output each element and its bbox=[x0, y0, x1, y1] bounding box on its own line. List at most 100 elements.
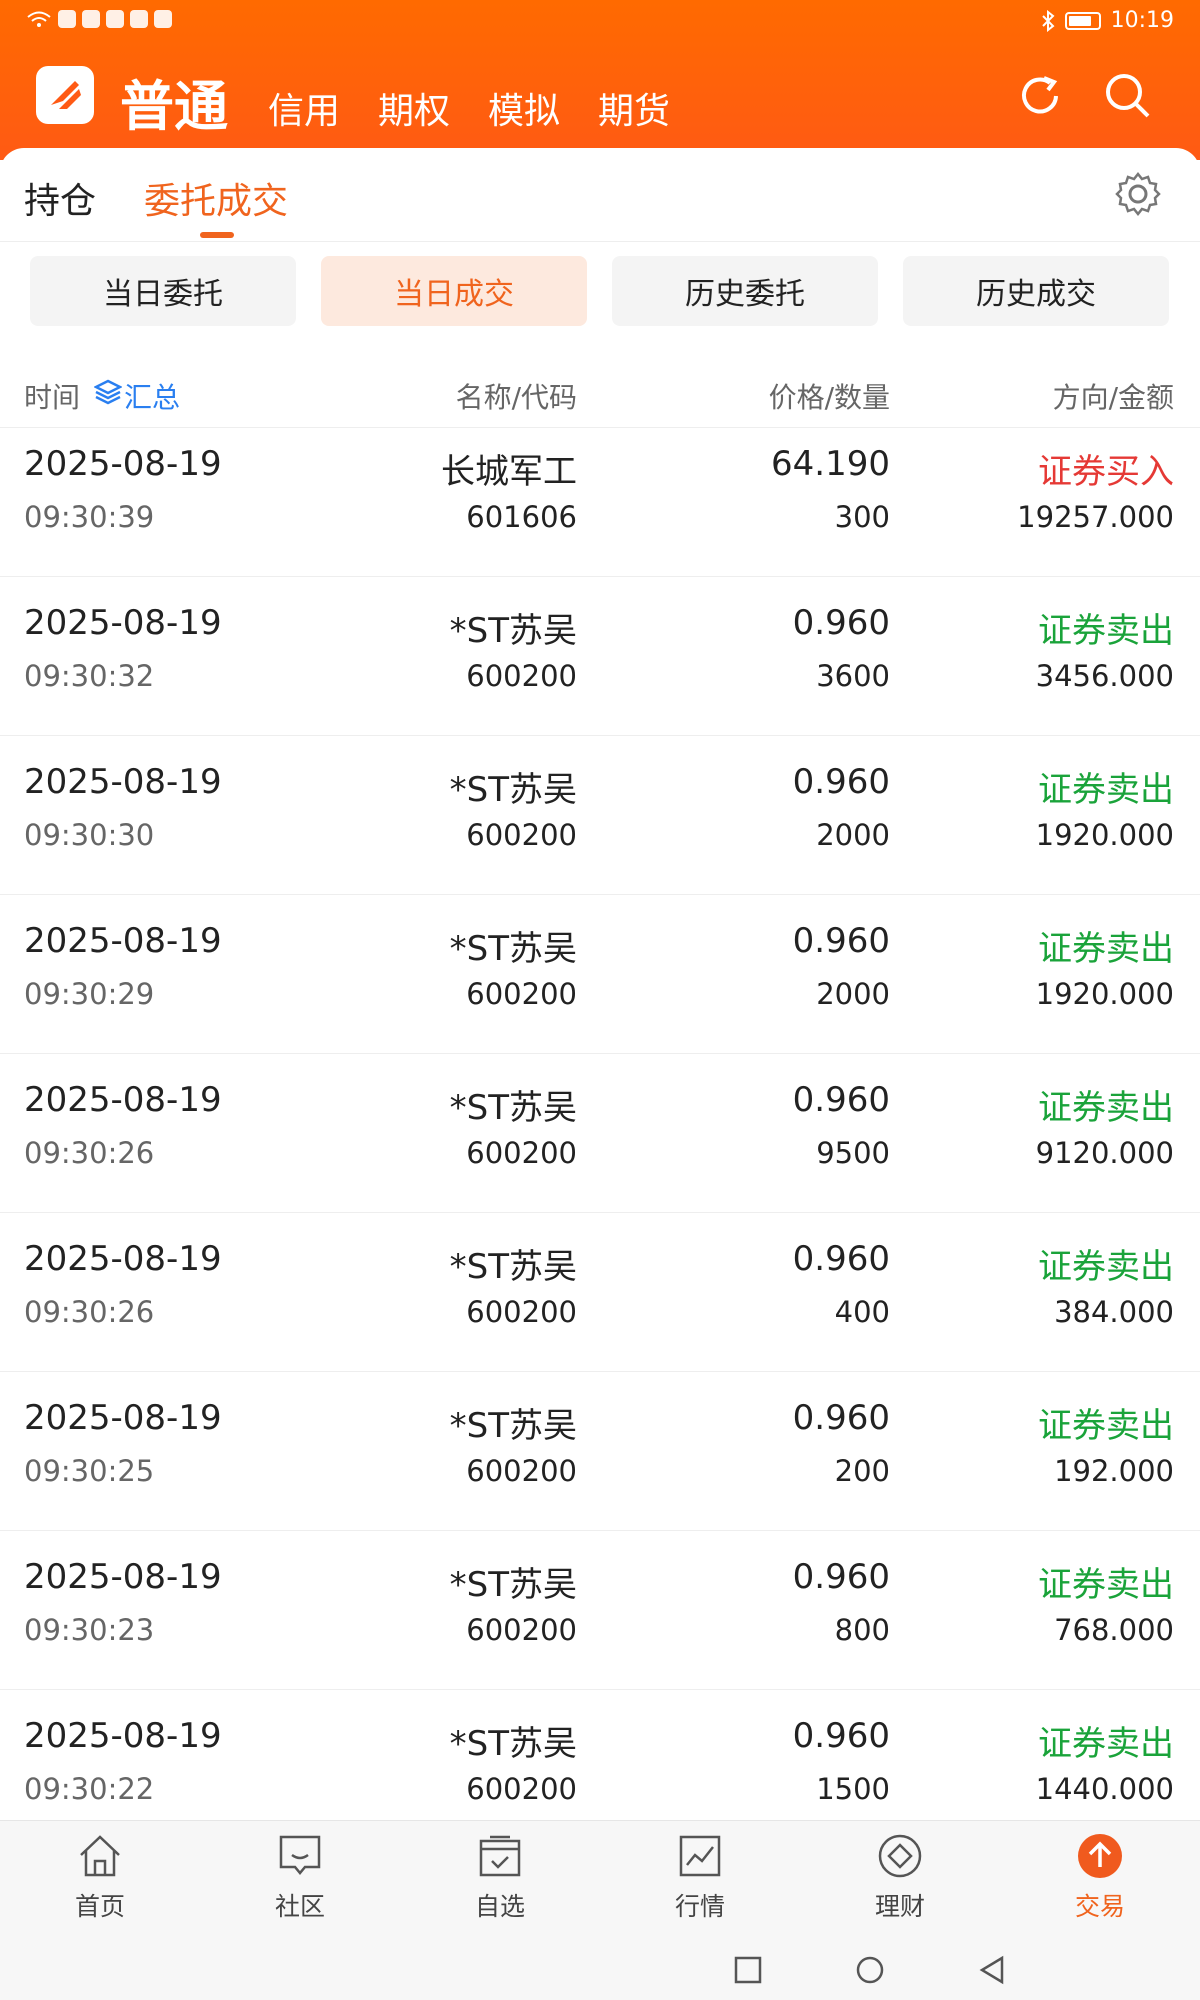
trade-date: 2025-08-19 bbox=[24, 1398, 222, 1438]
trade-time: 09:30:22 bbox=[24, 1772, 155, 1806]
trade-time: 09:30:39 bbox=[24, 500, 155, 534]
bluetooth-icon bbox=[1041, 9, 1055, 32]
trade-quantity: 400 bbox=[834, 1295, 890, 1329]
trade-price: 64.190 bbox=[771, 444, 890, 484]
tab-home[interactable]: 首页 bbox=[40, 1831, 160, 1931]
stock-name: *ST苏吴 bbox=[449, 1088, 577, 1128]
trade-price: 0.960 bbox=[792, 1239, 890, 1279]
stock-name: 长城军工 bbox=[441, 452, 577, 492]
tab-credit[interactable]: 信用 bbox=[268, 82, 340, 134]
trade-date: 2025-08-19 bbox=[24, 921, 222, 961]
trade-date: 2025-08-19 bbox=[24, 1557, 222, 1597]
tab-trade[interactable]: 交易 bbox=[1040, 1831, 1160, 1931]
table-row[interactable]: 2025-08-19 09:30:25 *ST苏吴 600200 0.960 2… bbox=[0, 1372, 1200, 1531]
trade-amount: 1920.000 bbox=[1035, 818, 1174, 852]
app-notification-icon bbox=[82, 10, 100, 28]
tab-watchlist-label: 自选 bbox=[474, 1892, 525, 1921]
tab-market[interactable]: 行情 bbox=[640, 1831, 760, 1931]
summary-link[interactable]: 汇总 bbox=[124, 376, 180, 416]
trade-quantity: 9500 bbox=[816, 1136, 890, 1170]
subtab-bar: 持仓 委托成交 bbox=[0, 148, 1200, 242]
trade-amount: 1920.000 bbox=[1035, 977, 1174, 1011]
trade-amount: 1440.000 bbox=[1035, 1772, 1174, 1806]
tab-normal[interactable]: 普通 bbox=[120, 62, 228, 141]
trade-direction: 证券卖出 bbox=[1038, 1724, 1174, 1764]
stock-code: 600200 bbox=[466, 818, 577, 852]
subtab-orders-trades[interactable]: 委托成交 bbox=[144, 172, 288, 224]
segment-history-orders[interactable]: 历史委托 bbox=[612, 256, 878, 326]
search-icon[interactable] bbox=[1102, 70, 1154, 122]
trade-time: 09:30:25 bbox=[24, 1454, 155, 1488]
home-button-icon[interactable] bbox=[854, 1954, 886, 1986]
gear-icon[interactable] bbox=[1114, 170, 1162, 218]
app-notification-icon bbox=[154, 10, 172, 28]
wifi-icon bbox=[27, 11, 51, 27]
table-row[interactable]: 2025-08-19 09:30:29 *ST苏吴 600200 0.960 2… bbox=[0, 895, 1200, 1054]
tab-wealth-label: 理财 bbox=[874, 1892, 925, 1921]
top-nav: 普通 信用 期权 模拟 期货 bbox=[0, 60, 1200, 140]
market-icon bbox=[679, 1835, 721, 1877]
trade-direction: 证券卖出 bbox=[1038, 1247, 1174, 1287]
recents-icon[interactable] bbox=[732, 1954, 764, 1986]
trade-direction: 证券卖出 bbox=[1038, 1088, 1174, 1128]
stock-code: 600200 bbox=[466, 659, 577, 693]
tab-market-label: 行情 bbox=[674, 1892, 725, 1921]
segment-today-trades[interactable]: 当日成交 bbox=[321, 256, 587, 326]
active-tab-indicator bbox=[200, 232, 234, 238]
trade-price: 0.960 bbox=[792, 1557, 890, 1597]
col-price-qty: 价格/数量 bbox=[768, 381, 890, 414]
tab-futures[interactable]: 期货 bbox=[598, 82, 670, 134]
stock-code: 600200 bbox=[466, 1454, 577, 1488]
trade-icon bbox=[1078, 1834, 1122, 1878]
table-row[interactable]: 2025-08-19 09:30:32 *ST苏吴 600200 0.960 3… bbox=[0, 577, 1200, 736]
clock: 10:19 bbox=[1110, 8, 1174, 33]
trade-time: 09:30:30 bbox=[24, 818, 155, 852]
tab-options[interactable]: 期权 bbox=[378, 82, 450, 134]
trade-date: 2025-08-19 bbox=[24, 1080, 222, 1120]
stock-code: 600200 bbox=[466, 1136, 577, 1170]
trade-amount: 9120.000 bbox=[1035, 1136, 1174, 1170]
trade-direction: 证券卖出 bbox=[1038, 1565, 1174, 1605]
table-row[interactable]: 2025-08-19 09:30:39 长城军工 601606 64.190 3… bbox=[0, 418, 1200, 577]
tab-wealth[interactable]: 理财 bbox=[840, 1831, 960, 1931]
battery-icon bbox=[1064, 11, 1101, 30]
trade-amount: 384.000 bbox=[1054, 1295, 1174, 1329]
trade-price: 0.960 bbox=[792, 762, 890, 802]
stock-name: *ST苏吴 bbox=[449, 1565, 577, 1605]
trade-quantity: 3600 bbox=[816, 659, 890, 693]
segment-history-trades[interactable]: 历史成交 bbox=[903, 256, 1169, 326]
stock-name: *ST苏吴 bbox=[449, 929, 577, 969]
back-icon[interactable] bbox=[976, 1954, 1008, 1986]
trade-date: 2025-08-19 bbox=[24, 1239, 222, 1279]
home-icon bbox=[80, 1835, 120, 1877]
layers-icon-svg bbox=[93, 379, 123, 405]
trade-price: 0.960 bbox=[792, 603, 890, 643]
segment-today-orders[interactable]: 当日委托 bbox=[30, 256, 296, 326]
stock-code: 601606 bbox=[466, 500, 577, 534]
trade-list: 2025-08-19 09:30:39 长城军工 601606 64.190 3… bbox=[0, 418, 1200, 1849]
refresh-icon[interactable] bbox=[1014, 70, 1066, 122]
table-row[interactable]: 2025-08-19 09:30:26 *ST苏吴 600200 0.960 4… bbox=[0, 1213, 1200, 1372]
trade-quantity: 200 bbox=[834, 1454, 890, 1488]
trade-time: 09:30:32 bbox=[24, 659, 155, 693]
table-row[interactable]: 2025-08-19 09:30:23 *ST苏吴 600200 0.960 8… bbox=[0, 1531, 1200, 1690]
table-row[interactable]: 2025-08-19 09:30:30 *ST苏吴 600200 0.960 2… bbox=[0, 736, 1200, 895]
tab-watchlist[interactable]: 自选 bbox=[440, 1831, 560, 1931]
trade-date: 2025-08-19 bbox=[24, 603, 222, 643]
segment-control: 当日委托 当日成交 历史委托 历史成交 bbox=[30, 256, 1170, 326]
subtab-holdings[interactable]: 持仓 bbox=[24, 172, 96, 224]
table-row[interactable]: 2025-08-19 09:30:26 *ST苏吴 600200 0.960 9… bbox=[0, 1054, 1200, 1213]
layers-icon[interactable] bbox=[93, 378, 123, 413]
tab-trade-label: 交易 bbox=[1074, 1892, 1125, 1921]
col-time: 时间 bbox=[24, 381, 81, 414]
tab-community-label: 社区 bbox=[274, 1892, 325, 1921]
trade-time: 09:30:23 bbox=[24, 1613, 155, 1647]
tab-community[interactable]: 社区 bbox=[240, 1831, 360, 1931]
tab-simulation[interactable]: 模拟 bbox=[488, 82, 560, 134]
trade-price: 0.960 bbox=[792, 1716, 890, 1756]
stock-code: 600200 bbox=[466, 1613, 577, 1647]
status-icons bbox=[26, 10, 172, 28]
bottom-tab-bar: 首页 社区 自选 行情 理财 交易 bbox=[0, 1820, 1200, 1940]
trade-date: 2025-08-19 bbox=[24, 1716, 222, 1756]
status-bar: 10:19 bbox=[0, 0, 1200, 44]
